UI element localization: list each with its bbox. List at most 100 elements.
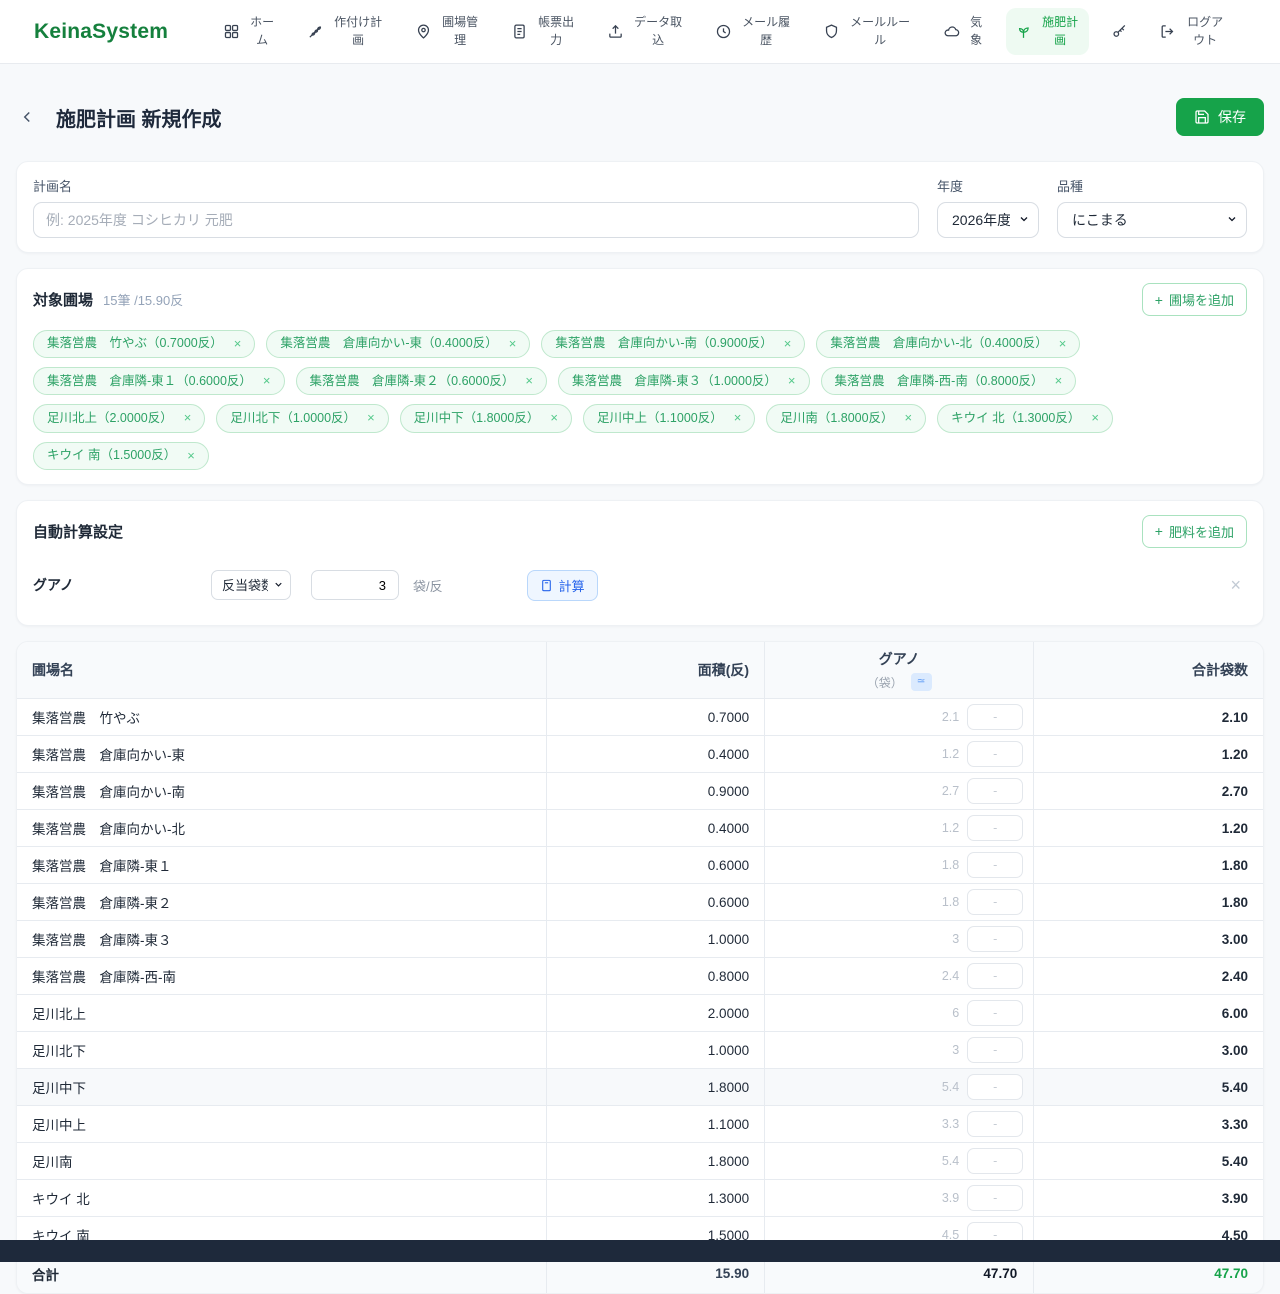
guano-estimate: 3: [952, 1043, 959, 1057]
field-chip: 足川北上（2.0000反） ×: [33, 404, 205, 432]
calculate-button-label: 計算: [559, 576, 585, 595]
nav-item-key[interactable]: [1102, 17, 1137, 46]
field-chip: 足川中上（1.1000反） ×: [583, 404, 755, 432]
area-cell: 0.8000: [547, 958, 765, 995]
add-field-button-label: 圃場を追加: [1169, 290, 1234, 309]
field-name-cell: 集落営農 倉庫向かい-南: [17, 773, 547, 810]
history-clock-icon: [715, 23, 732, 40]
field-chip: 集落営農 倉庫向かい-東（0.4000反） ×: [266, 330, 530, 358]
chip-close-icon[interactable]: ×: [234, 335, 242, 353]
key-icon: [1111, 23, 1128, 40]
back-chevron-icon[interactable]: [16, 106, 38, 128]
guano-override-input[interactable]: [967, 926, 1023, 952]
nav-item-mail-rules[interactable]: メールルール: [814, 8, 921, 55]
guano-override-input[interactable]: [967, 963, 1023, 989]
chip-close-icon[interactable]: ×: [1091, 409, 1099, 427]
plan-name-input[interactable]: [33, 202, 919, 238]
guano-override-input[interactable]: [967, 1074, 1023, 1100]
chip-close-icon[interactable]: ×: [184, 409, 192, 427]
guano-override-input[interactable]: [967, 889, 1023, 915]
guano-cell: 2.7: [765, 773, 1034, 810]
top-navbar: KeinaSystem ホーム 作付け計画 圃場管理 帳票出力 データ取込 メー…: [0, 0, 1280, 64]
guano-override-input[interactable]: [967, 1037, 1023, 1063]
nav-item-field-management[interactable]: 圃場管理: [406, 8, 489, 55]
chip-close-icon[interactable]: ×: [263, 372, 271, 390]
shield-icon: [823, 23, 840, 40]
nav-item-label: メール履歴: [740, 14, 792, 49]
nav-item-home[interactable]: ホーム: [214, 8, 285, 55]
add-fertilizer-button[interactable]: + 肥料を追加: [1142, 515, 1247, 548]
add-field-button[interactable]: + 圃場を追加: [1142, 283, 1247, 316]
field-chip-label: 集落営農 倉庫隣-東３（1.0000反）: [572, 373, 777, 391]
map-pin-icon: [415, 23, 432, 40]
nav-item-weather[interactable]: 気象: [934, 8, 993, 55]
guano-unit-label: （袋）: [867, 674, 903, 691]
guano-override-input[interactable]: [967, 815, 1023, 841]
chip-close-icon[interactable]: ×: [905, 409, 913, 427]
total-bags-cell: 3.90: [1034, 1180, 1263, 1217]
total-bags-cell: 1.80: [1034, 884, 1263, 921]
nav-item-report-output[interactable]: 帳票出力: [502, 8, 585, 55]
chip-close-icon[interactable]: ×: [367, 409, 375, 427]
guano-override-input[interactable]: [967, 704, 1023, 730]
area-cell: 1.8000: [547, 1069, 765, 1106]
guano-override-input[interactable]: [967, 1000, 1023, 1026]
nav-item-label: 作付け計画: [332, 14, 384, 49]
area-cell: 0.6000: [547, 847, 765, 884]
field-chip-label: キウイ 北（1.3000反）: [951, 410, 1080, 428]
year-select[interactable]: 2026年度: [937, 202, 1039, 238]
chip-close-icon[interactable]: ×: [525, 372, 533, 390]
area-cell: 0.4000: [547, 736, 765, 773]
chip-close-icon[interactable]: ×: [1055, 372, 1063, 390]
remove-fertilizer-icon[interactable]: ×: [1224, 575, 1247, 596]
area-cell: 1.0000: [547, 1032, 765, 1069]
guano-override-input[interactable]: [967, 852, 1023, 878]
plan-name-label: 計画名: [33, 176, 919, 195]
total-bags-cell: 2.70: [1034, 773, 1263, 810]
header-guano: グアノ （袋） ≃: [765, 642, 1034, 699]
chip-close-icon[interactable]: ×: [550, 409, 558, 427]
calculate-button[interactable]: 計算: [527, 570, 598, 601]
bags-per-tan-input[interactable]: [311, 570, 399, 600]
guano-cell: 5.4: [765, 1143, 1034, 1180]
nav-item-fertilization-plan[interactable]: 施肥計画: [1006, 8, 1089, 55]
document-icon: [511, 23, 528, 40]
nav-items: ホーム 作付け計画 圃場管理 帳票出力 データ取込 メール履歴 メールルール: [214, 8, 1235, 55]
nav-item-data-import[interactable]: データ取込: [598, 8, 693, 55]
nav-item-cropping-plan[interactable]: 作付け計画: [298, 8, 393, 55]
chip-close-icon[interactable]: ×: [784, 335, 792, 353]
guano-estimate: 1.8: [942, 858, 959, 872]
cloud-icon: [943, 23, 960, 40]
field-name-cell: 集落営農 倉庫隣-東３: [17, 921, 547, 958]
field-name-cell: 足川北上: [17, 995, 547, 1032]
total-bags-cell: 2.10: [1034, 699, 1263, 736]
chip-close-icon[interactable]: ×: [734, 409, 742, 427]
guano-override-input[interactable]: [967, 778, 1023, 804]
nav-item-label: 施肥計画: [1040, 14, 1080, 49]
variety-select[interactable]: にこまる: [1057, 202, 1247, 238]
chip-close-icon[interactable]: ×: [509, 335, 517, 353]
guano-override-input[interactable]: [967, 741, 1023, 767]
approx-badge[interactable]: ≃: [911, 673, 932, 691]
variety-label: 品種: [1057, 176, 1247, 195]
guano-cell: 6: [765, 995, 1034, 1032]
save-button[interactable]: 保存: [1176, 98, 1264, 136]
area-cell: 0.6000: [547, 884, 765, 921]
field-chip-label: 足川中上（1.1000反）: [597, 410, 723, 428]
target-fields-card: 対象圃場 15筆 /15.90反 + 圃場を追加 集落営農 竹やぶ（0.7000…: [16, 268, 1264, 485]
chip-close-icon[interactable]: ×: [187, 447, 195, 465]
guano-override-input[interactable]: [967, 1185, 1023, 1211]
field-chip-label: 足川中下（1.8000反）: [414, 410, 540, 428]
nav-item-logout[interactable]: ログアウト: [1150, 8, 1235, 55]
field-name-cell: キウイ 北: [17, 1180, 547, 1217]
calc-mode-select[interactable]: 反当袋数: [211, 570, 291, 600]
chip-close-icon[interactable]: ×: [788, 372, 796, 390]
guano-override-input[interactable]: [967, 1111, 1023, 1137]
nav-item-mail-history[interactable]: メール履歴: [706, 8, 801, 55]
guano-estimate: 5.4: [942, 1080, 959, 1094]
guano-override-input[interactable]: [967, 1148, 1023, 1174]
chip-close-icon[interactable]: ×: [1059, 335, 1067, 353]
table-row: 足川北下 1.0000 3 3.00: [17, 1032, 1263, 1069]
field-name-cell: 足川中下: [17, 1069, 547, 1106]
fertilizer-calc-row: グアノ 反当袋数 袋/反 計算 ×: [33, 570, 1247, 601]
